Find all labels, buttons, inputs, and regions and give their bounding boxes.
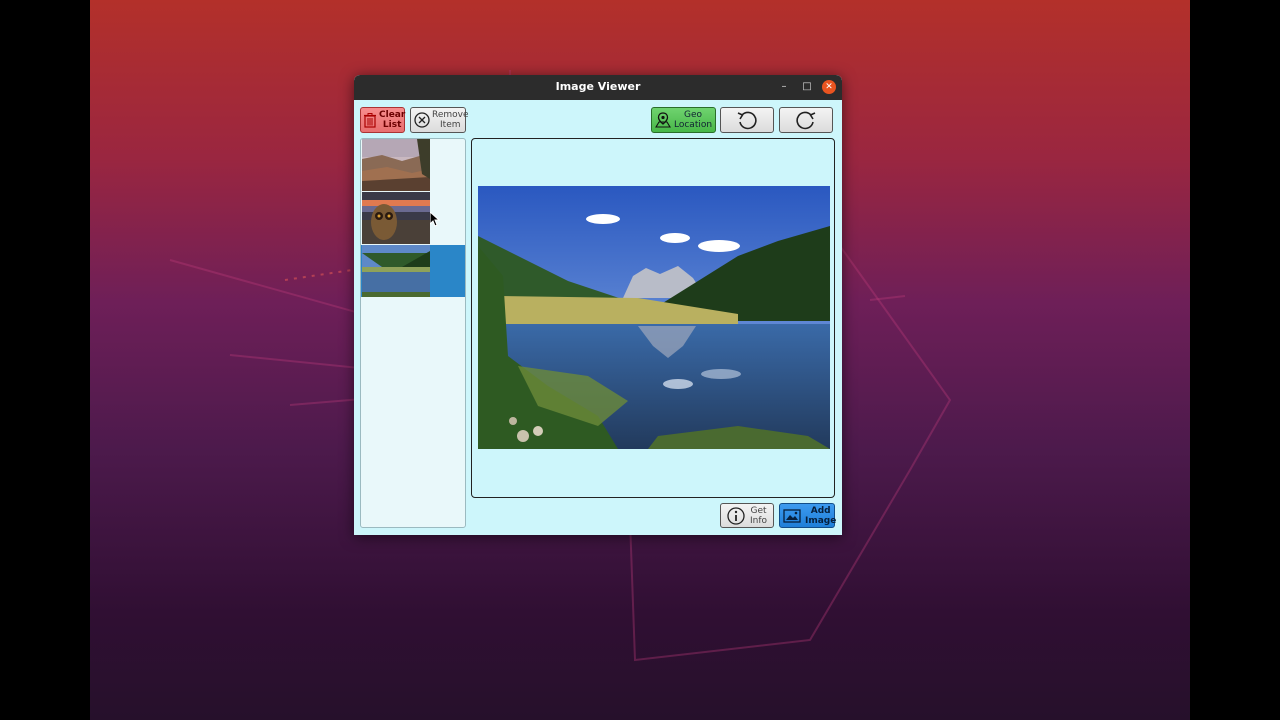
get-info-label-line1: Get (750, 505, 767, 516)
list-item-selected[interactable] (361, 245, 465, 297)
close-button[interactable]: ✕ (822, 80, 836, 94)
thumbnail-lake (362, 245, 430, 297)
minimize-button[interactable]: – (777, 80, 791, 94)
rotate-left-button[interactable] (720, 107, 774, 133)
maximize-button[interactable]: □ (800, 80, 814, 94)
window-title: Image Viewer (555, 80, 641, 93)
thumbnail-canyon (362, 139, 430, 191)
list-item[interactable] (361, 192, 465, 244)
thumbnail-list[interactable] (360, 138, 466, 528)
geo-location-button[interactable]: Geo Location (651, 107, 716, 133)
list-item[interactable] (361, 139, 465, 191)
clear-list-button[interactable]: Clear List (360, 107, 405, 133)
get-info-label-line2: Info (750, 515, 768, 526)
remove-circle-icon (414, 112, 430, 128)
geo-location-label-line2: Location (674, 120, 713, 130)
main-image (478, 186, 830, 449)
mouse-cursor-icon (429, 210, 441, 231)
clear-list-label-line1: Clear (379, 110, 406, 120)
title-bar: Image Viewer – □ ✕ (354, 75, 842, 100)
remove-item-label-line2: Item (440, 120, 461, 130)
add-image-label-line2: Image (805, 515, 837, 526)
thumbnail-owl (362, 192, 430, 244)
add-image-label-line1: Add (810, 505, 831, 516)
get-info-button[interactable]: Get Info (720, 503, 774, 528)
image-viewer-window: Image Viewer – □ ✕ Clear List Remove Ite… (354, 75, 842, 535)
remove-item-button[interactable]: Remove Item (410, 107, 469, 133)
rotate-right-icon (795, 110, 817, 130)
rotate-left-icon (736, 110, 758, 130)
clear-list-label-line2: List (382, 120, 402, 130)
remove-item-label-line1: Remove (432, 110, 469, 120)
map-pin-icon (655, 112, 671, 128)
trash-icon (364, 112, 376, 128)
rotate-right-button[interactable] (779, 107, 833, 133)
image-display-area (471, 138, 835, 498)
geo-location-label-line1: Geo (684, 110, 703, 120)
add-image-button[interactable]: Add Image (779, 503, 837, 528)
add-image-icon (783, 508, 801, 523)
info-icon (727, 506, 745, 525)
